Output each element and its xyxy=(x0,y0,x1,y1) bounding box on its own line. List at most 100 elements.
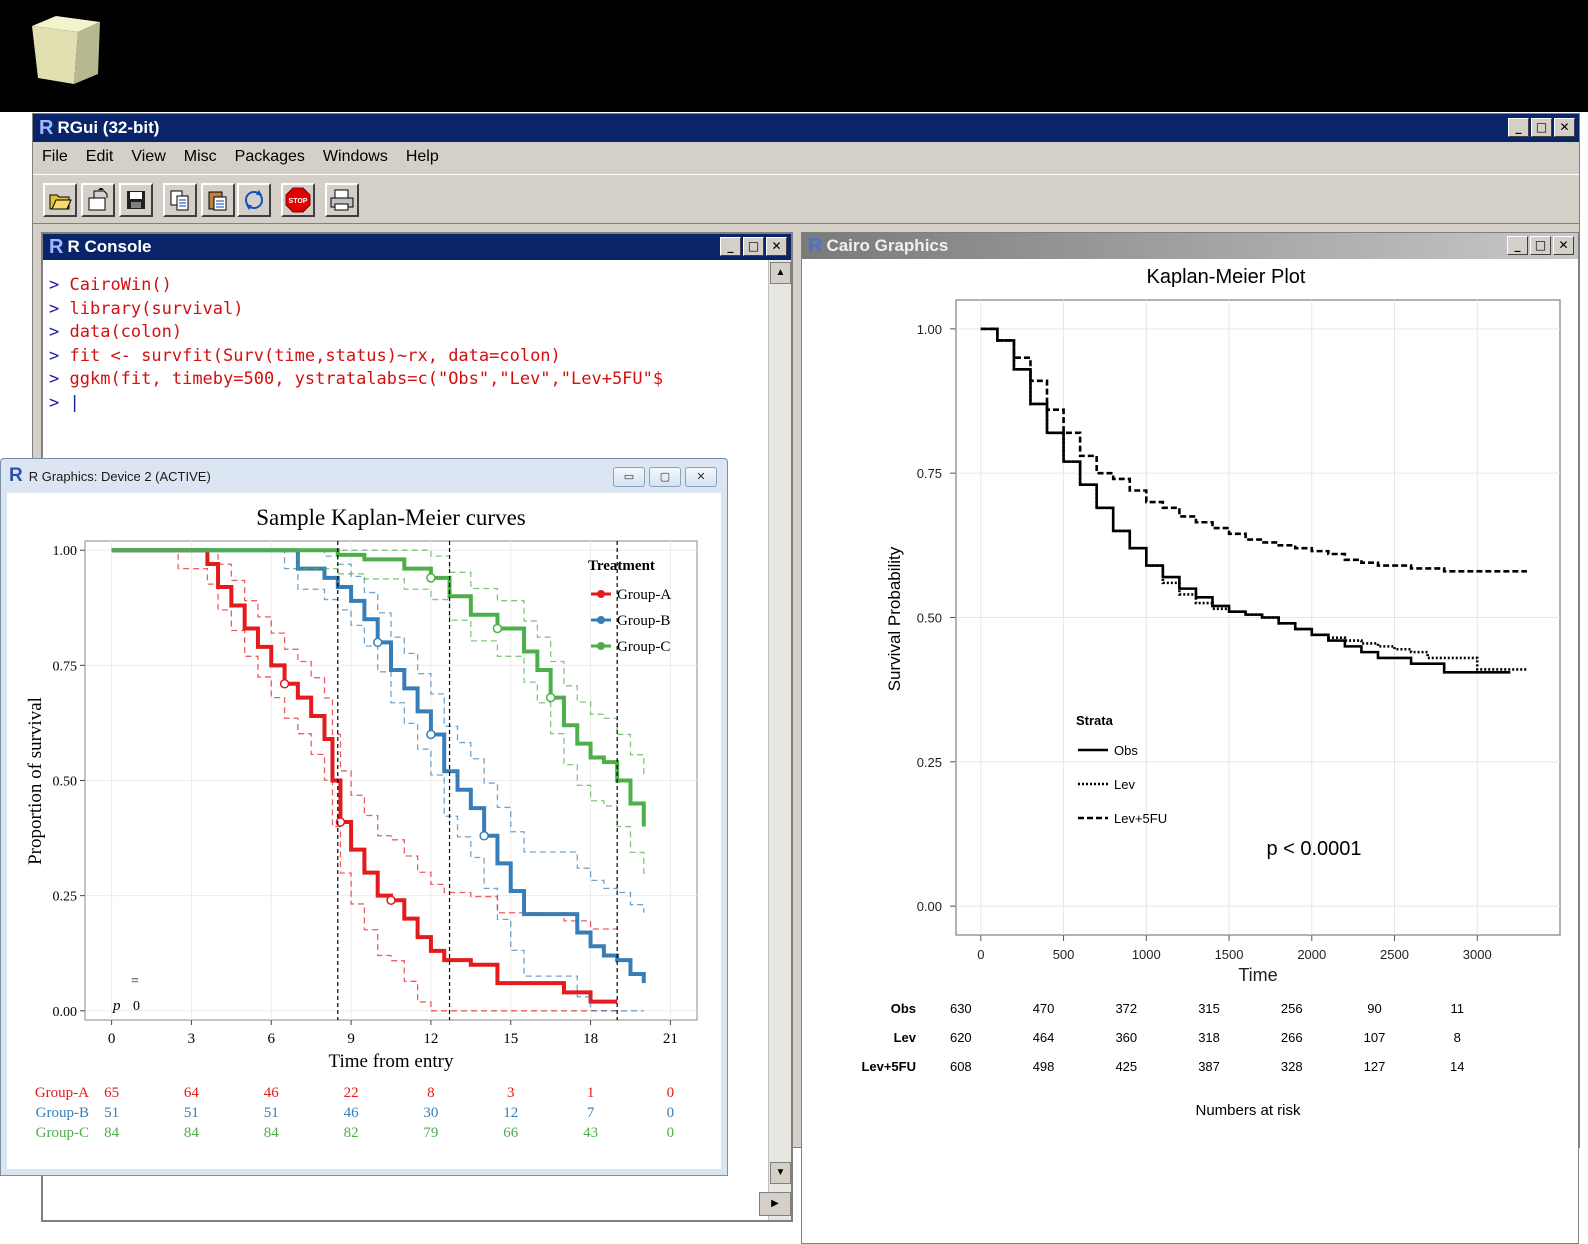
p-value-annotation: p < 0.0001 xyxy=(1266,838,1361,860)
risk-value: 387 xyxy=(1198,1059,1220,1074)
x-tick-label: 2500 xyxy=(1380,947,1409,962)
censor-mark xyxy=(386,895,396,905)
legend-label-obs: Obs xyxy=(1114,743,1138,758)
menu-file[interactable]: File xyxy=(33,148,77,166)
x-axis-label: Time from entry xyxy=(329,1051,454,1072)
device2-maximize-button[interactable]: ▢ xyxy=(649,467,681,487)
risk-value: 66 xyxy=(503,1125,519,1141)
paste-button[interactable] xyxy=(201,183,235,217)
print-button[interactable] xyxy=(325,183,359,217)
stop-icon: STOP xyxy=(285,187,311,213)
censor-mark xyxy=(426,729,436,740)
paste-icon xyxy=(208,191,227,211)
cairo-minimize-button[interactable]: _ xyxy=(1507,236,1528,255)
console-close-button[interactable]: ✕ xyxy=(766,237,787,256)
console-scrollbar[interactable]: ▲ ▼ ▶ xyxy=(759,260,791,1220)
rgui-titlebar[interactable]: R RGui (32-bit) _ □ ✕ xyxy=(33,114,1579,142)
text-cursor: | xyxy=(69,392,80,413)
risk-value: 51 xyxy=(184,1105,199,1121)
refresh-button[interactable] xyxy=(237,183,271,217)
censor-mark xyxy=(545,692,556,703)
risk-value: 11 xyxy=(1451,1001,1465,1016)
cairo-maximize-button[interactable]: □ xyxy=(1530,236,1551,255)
r-graphics-device2-window: R R Graphics: Device 2 (ACTIVE) ▭ ▢ ✕ Sa… xyxy=(0,458,728,1176)
console-minimize-button[interactable]: _ xyxy=(720,237,741,256)
legend-label-lev: Lev xyxy=(1114,777,1135,792)
menu-edit[interactable]: Edit xyxy=(77,148,123,166)
menu-misc[interactable]: Misc xyxy=(175,148,226,166)
minimize-button[interactable]: _ xyxy=(1508,118,1529,137)
sample-km-plot: Sample Kaplan-Meier curves 0.00 0.25 0.50 0… xyxy=(25,505,698,1141)
open-script-button[interactable] xyxy=(43,183,77,217)
annotation-p: p xyxy=(112,998,121,1014)
close-button[interactable]: ✕ xyxy=(1554,118,1575,137)
x-tick-label: 12 xyxy=(423,1031,438,1047)
menu-help[interactable]: Help xyxy=(397,148,448,166)
console-line: > fit <- survfit(Surv(time,status)~rx, d… xyxy=(49,345,561,366)
console-output[interactable]: > CairoWin() > library(survival) > data(co… xyxy=(49,274,663,415)
x-tick-label: 2000 xyxy=(1297,947,1326,962)
risk-value: 372 xyxy=(1115,1001,1137,1016)
risk-row-label: Group-A xyxy=(35,1085,89,1101)
annotation-equals: = xyxy=(131,974,139,989)
console-line: > data(colon) xyxy=(49,322,183,342)
device2-minimize-button[interactable]: ▭ xyxy=(613,467,645,487)
risk-value: 630 xyxy=(950,1001,972,1016)
risk-value: 84 xyxy=(104,1125,120,1141)
maximize-button[interactable]: □ xyxy=(1531,118,1552,137)
y-tick-label: 1.00 xyxy=(53,544,78,559)
r-console-titlebar[interactable]: R R Console _ □ ✕ xyxy=(43,234,791,260)
r-logo-icon: R xyxy=(9,465,23,486)
cairo-title: Cairo Graphics xyxy=(826,236,949,255)
risk-row-label: Group-B xyxy=(36,1105,89,1121)
risk-value: 43 xyxy=(583,1125,598,1141)
load-workspace-icon xyxy=(88,188,108,211)
device2-close-button[interactable]: ✕ xyxy=(685,467,717,487)
annotation-zero: 0 xyxy=(133,999,140,1014)
load-workspace-button[interactable] xyxy=(81,183,115,217)
console-line: > ggkm(fit, timeby=500, ystratalabs=c("O… xyxy=(49,369,664,389)
risk-value: 22 xyxy=(344,1085,359,1101)
risk-value: 266 xyxy=(1281,1030,1303,1045)
scroll-down-arrow-icon[interactable]: ▼ xyxy=(770,1162,791,1184)
censor-mark xyxy=(279,679,290,689)
cube-logo-icon xyxy=(32,16,100,84)
risk-value: 84 xyxy=(264,1125,280,1141)
x-axis-label: Time xyxy=(1238,965,1277,985)
cairo-titlebar[interactable]: R Cairo Graphics _ □ ✕ xyxy=(802,233,1578,259)
device2-titlebar[interactable]: R R Graphics: Device 2 (ACTIVE) xyxy=(9,465,211,487)
risk-value: 498 xyxy=(1033,1059,1055,1074)
censor-mark xyxy=(479,831,489,841)
y-tick-label: 0.25 xyxy=(917,755,942,770)
risk-value: 46 xyxy=(264,1085,280,1101)
risk-value: 620 xyxy=(950,1030,972,1045)
save-button[interactable] xyxy=(119,183,153,217)
x-tick-label: 1000 xyxy=(1132,947,1161,962)
risk-value: 84 xyxy=(184,1125,200,1141)
risk-value: 608 xyxy=(950,1059,972,1074)
copy-icon xyxy=(170,190,189,211)
risk-value: 470 xyxy=(1033,1001,1055,1016)
console-input-line[interactable]: > | xyxy=(49,392,663,416)
scroll-right-arrow-icon[interactable]: ▶ xyxy=(759,1192,791,1216)
risk-value: 0 xyxy=(667,1125,675,1141)
cairo-close-button[interactable]: ✕ xyxy=(1553,236,1574,255)
scroll-up-arrow-icon[interactable]: ▲ xyxy=(770,262,791,284)
risk-value: 7 xyxy=(587,1105,595,1121)
menu-windows[interactable]: Windows xyxy=(314,148,397,166)
x-tick-label: 3 xyxy=(188,1031,196,1047)
console-maximize-button[interactable]: □ xyxy=(743,237,764,256)
risk-table: Group-A 65 64 46 22 8 3 1 0 Group-B 51 51 51 46 30 12 7 0… xyxy=(35,1085,674,1141)
risk-value: 65 xyxy=(104,1085,119,1101)
legend-dot xyxy=(597,642,605,650)
legend-label-group-a: Group-A xyxy=(617,587,671,603)
x-tick-label: 15 xyxy=(503,1031,518,1047)
y-tick-label: 0.00 xyxy=(917,899,942,914)
menu-view[interactable]: View xyxy=(122,148,174,166)
risk-value: 90 xyxy=(1367,1001,1381,1016)
stop-button[interactable]: STOP xyxy=(281,183,315,217)
menu-packages[interactable]: Packages xyxy=(226,148,314,166)
refresh-icon xyxy=(245,190,263,210)
legend-label-lev5fu: Lev+5FU xyxy=(1114,811,1167,826)
copy-button[interactable] xyxy=(163,183,197,217)
